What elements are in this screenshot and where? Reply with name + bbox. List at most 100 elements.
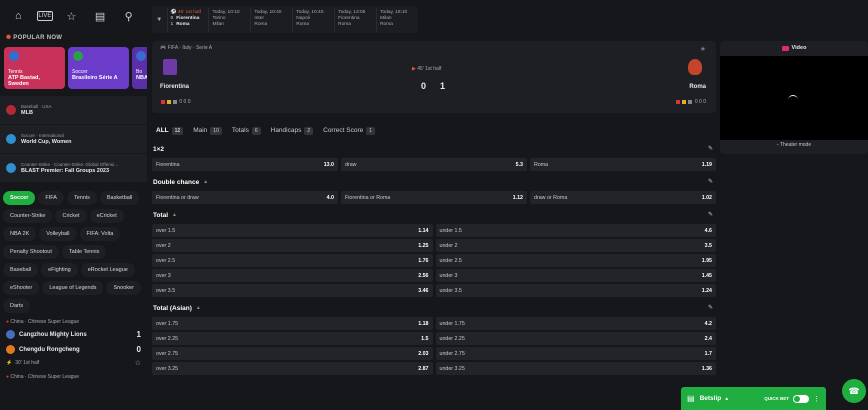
- odd-button[interactable]: under 2.25 2.4: [435, 332, 716, 345]
- chip-fifa-volta[interactable]: FIFA: Volta: [79, 227, 121, 241]
- odds-row: over 2 1.25 under 2 3.5: [152, 239, 716, 252]
- odd-button[interactable]: draw or Roma 1.02: [530, 191, 716, 204]
- star-icon[interactable]: ☆: [135, 359, 141, 367]
- chip-eshooter[interactable]: eShooter: [3, 281, 40, 295]
- tab-all[interactable]: ALL 12: [156, 126, 184, 135]
- quick-bet-toggle[interactable]: [793, 394, 809, 403]
- odd-button[interactable]: under 3.5 1.24: [435, 284, 716, 297]
- odd-button[interactable]: under 2 3.5: [435, 239, 716, 252]
- pin-icon[interactable]: ✎: [708, 304, 713, 311]
- tab-correct-score[interactable]: Correct Score 1: [323, 126, 376, 135]
- more-icon[interactable]: ⋮: [813, 395, 820, 403]
- pin-icon[interactable]: ✎: [708, 178, 713, 185]
- odd-button[interactable]: Fiorentina or Roma 1.12: [341, 191, 527, 204]
- match-team1[interactable]: Cangzhou Mighty Lions 1: [0, 327, 147, 342]
- chip-ecricket[interactable]: eCricket: [89, 209, 124, 223]
- tab-main[interactable]: Main 10: [193, 126, 222, 135]
- chip-counter-strike[interactable]: Counter-Strike: [3, 209, 53, 223]
- market-1x2-header[interactable]: 1×2 ✎: [152, 140, 716, 158]
- odd-name: under 2.75: [439, 350, 465, 357]
- chip-volleyball[interactable]: Volleyball: [39, 227, 77, 241]
- odd-button[interactable]: under 1.75 4.2: [435, 317, 716, 330]
- popular-card-nba[interactable]: Bo NBA: [132, 47, 147, 89]
- odd-value: 1.25: [418, 242, 429, 249]
- odd-name: Fiorentina: [156, 161, 180, 168]
- league-item[interactable]: Soccer · International World Cup, Women: [0, 125, 147, 153]
- betslip-bar[interactable]: ▤ Betslip ▲ QUICK BET ⋮: [681, 387, 826, 410]
- search-icon[interactable]: ⚲: [119, 6, 139, 26]
- chip-league-of-legends[interactable]: League of Legends: [42, 281, 104, 295]
- chip-cricket[interactable]: Cricket: [55, 209, 87, 223]
- odd-button[interactable]: over 2.75 2.03: [152, 347, 433, 360]
- chip-basketball[interactable]: Basketball: [99, 191, 140, 205]
- market-title: Double chance: [153, 178, 200, 186]
- odd-button[interactable]: over 3.25 2.87: [152, 362, 433, 375]
- popular-card-soccer[interactable]: Soccer Brasileiro Série A: [68, 47, 129, 89]
- pin-icon[interactable]: ✎: [708, 211, 713, 218]
- live-icon[interactable]: LIVE: [36, 11, 53, 21]
- match-team2[interactable]: Chengdu Rongcheng 0: [0, 342, 147, 357]
- chip-nba2k[interactable]: NBA 2K: [3, 227, 37, 241]
- chip-fifa[interactable]: FIFA: [38, 191, 64, 205]
- chip-baseball[interactable]: Baseball: [3, 263, 39, 277]
- tab-totals[interactable]: Totals 6: [232, 126, 261, 135]
- odd-button[interactable]: under 3.25 1.36: [435, 362, 716, 375]
- support-button[interactable]: ☎: [842, 379, 866, 403]
- odd-button[interactable]: over 1.5 1.14: [152, 224, 433, 237]
- chevron-down-icon[interactable]: ▼: [152, 17, 167, 23]
- market-asian-header[interactable]: Total (Asian) ▲ ✎: [152, 299, 716, 317]
- match-time: 45' 1st half: [177, 9, 201, 15]
- chip-tennis[interactable]: Tennis: [66, 191, 97, 205]
- chip-darts[interactable]: Darts: [3, 299, 31, 313]
- match-live-text: 30' 1st half: [15, 359, 40, 366]
- carousel-match[interactable]: Today, 13:05 Fiorentina Roma: [334, 7, 376, 32]
- chip-efighting[interactable]: eFighting: [41, 263, 78, 277]
- odd-button[interactable]: over 3.5 3.46: [152, 284, 433, 297]
- chip-penalty-shootout[interactable]: Penalty Shootout: [3, 245, 59, 259]
- live-icon: ⚽: [170, 9, 178, 15]
- market-double-header[interactable]: Double chance ▲ ✎: [152, 173, 716, 191]
- odd-button[interactable]: over 1.75 1.18: [152, 317, 433, 330]
- odd-button[interactable]: Fiorentina 13.0: [152, 158, 338, 171]
- pin-icon[interactable]: ✎: [708, 145, 713, 152]
- carousel-match[interactable]: Today, 10:10 Torino Milan: [208, 7, 250, 32]
- video-player[interactable]: [720, 56, 868, 140]
- odd-button[interactable]: under 3 1.45: [435, 269, 716, 282]
- home-icon[interactable]: ⌂: [8, 6, 28, 26]
- chip-soccer[interactable]: Soccer: [3, 191, 36, 205]
- odd-button[interactable]: Fiorentina or draw 4.0: [152, 191, 338, 204]
- star-icon[interactable]: ★: [700, 45, 706, 53]
- tab-handicaps[interactable]: Handicaps 2: [271, 126, 314, 135]
- market-total-header[interactable]: Total ▲ ✎: [152, 206, 716, 224]
- chip-table-tennis[interactable]: Table Tennis: [61, 245, 107, 259]
- odd-name: under 1.5: [439, 227, 462, 234]
- odd-name: over 3.5: [156, 287, 176, 294]
- league-item[interactable]: Counter-Strike · Counter-Strike: Global …: [0, 154, 147, 182]
- odd-button[interactable]: under 2.5 1.95: [435, 254, 716, 267]
- chip-erocket-league[interactable]: eRocket League: [80, 263, 135, 277]
- league-breadcrumb[interactable]: 🎮 FIFA · Italy · Serie A: [160, 45, 212, 51]
- odd-button[interactable]: draw 5.3: [341, 158, 527, 171]
- odd-button[interactable]: under 1.5 4.6: [435, 224, 716, 237]
- odds-row: over 3 2.56 under 3 1.45: [152, 269, 716, 282]
- match-score: 1: [170, 21, 174, 27]
- team1-score: 0: [421, 81, 427, 91]
- star-icon[interactable]: ☆: [61, 6, 81, 26]
- odd-button[interactable]: over 3 2.56: [152, 269, 433, 282]
- carousel-match[interactable]: ⚽ 45' 1st half 0 Fiorentina 1 Roma: [166, 7, 209, 32]
- odd-button[interactable]: over 2.5 1.76: [152, 254, 433, 267]
- chip-snooker[interactable]: Snooker: [106, 281, 141, 295]
- carousel-match[interactable]: Today, 10:40 Napoli Roma: [292, 7, 334, 32]
- theater-mode-button[interactable]: ▪ Theater mode: [720, 142, 868, 152]
- odd-button[interactable]: over 2 1.25: [152, 239, 433, 252]
- odd-name: under 2.5: [439, 257, 462, 264]
- odd-button[interactable]: over 2.25 1.5: [152, 332, 433, 345]
- popular-card-tennis[interactable]: Tennis ATP Bastad, Sweden: [4, 47, 65, 89]
- betslip-icon[interactable]: ▤: [90, 6, 110, 26]
- league-item[interactable]: Baseball · USA MLB: [0, 96, 147, 124]
- odd-button[interactable]: Roma 1.19: [530, 158, 716, 171]
- odd-button[interactable]: under 2.75 1.7: [435, 347, 716, 360]
- tab-count: 6: [251, 126, 261, 135]
- carousel-match[interactable]: Today, 10:40 Inter Roma: [250, 7, 292, 32]
- carousel-match[interactable]: Today, 18:10 Milan Roma: [376, 7, 418, 32]
